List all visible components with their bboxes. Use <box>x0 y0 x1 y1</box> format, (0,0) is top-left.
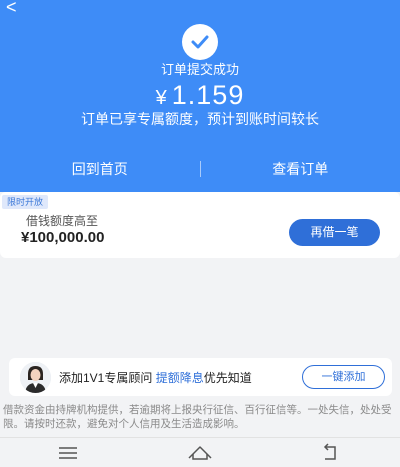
borrow-again-button[interactable]: 再借一笔 <box>289 219 380 246</box>
order-success-header: < 订单提交成功 ¥1.159 订单已享专属额度，预计到账时间较长 回到首页 查… <box>0 0 400 192</box>
view-orders-button[interactable]: 查看订单 <box>201 159 400 179</box>
advisor-text-suffix: 优先知道 <box>203 371 252 385</box>
one-click-add-button[interactable]: 一键添加 <box>302 365 385 389</box>
limit-amount: ¥100,000.00 <box>21 229 105 246</box>
back-icon[interactable] <box>322 443 340 466</box>
advisor-avatar-icon <box>20 362 51 393</box>
chevron-left-icon[interactable]: < <box>6 0 17 16</box>
limited-time-badge: 限时开放 <box>2 195 48 209</box>
amount-value: 1.159 <box>171 80 245 110</box>
check-circle-icon <box>182 24 218 60</box>
system-nav-bar <box>0 437 400 467</box>
advisor-text-prefix: 添加1V1专属顾问 <box>59 371 153 385</box>
action-bar: 回到首页 查看订单 <box>0 150 400 188</box>
advisor-banner[interactable]: 添加1V1专属顾问 提额降息优先知道 一键添加 <box>9 358 392 396</box>
advisor-text: 添加1V1专属顾问 提额降息优先知道 <box>59 369 252 386</box>
limit-label: 借钱额度高至 <box>26 214 99 228</box>
amount-currency: ¥ <box>155 87 168 109</box>
disclaimer-text: 借款资金由持牌机构提供，若逾期将上报央行征信、百行征信等。一处失信，处处受限。请… <box>3 404 392 430</box>
back-home-button[interactable]: 回到首页 <box>0 159 200 179</box>
menu-icon[interactable] <box>58 446 78 465</box>
status-subtitle: 订单已享专属额度，预计到账时间较长 <box>81 111 319 127</box>
advisor-text-highlight: 提额降息 <box>155 371 204 385</box>
home-icon[interactable] <box>187 444 213 465</box>
status-title: 订单提交成功 <box>160 62 239 77</box>
order-amount: ¥1.159 <box>0 80 400 111</box>
